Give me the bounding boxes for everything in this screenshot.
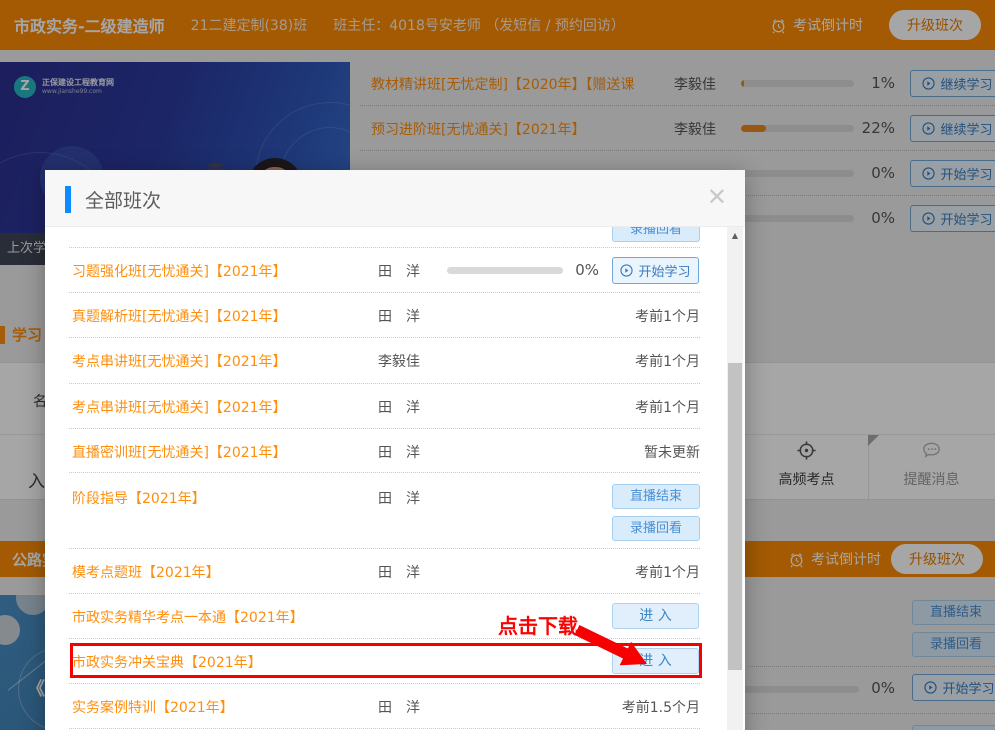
clipped-row: 录播回看 <box>69 227 700 248</box>
class-row: 模考点题班【2021年】 田 洋 考前1个月 <box>69 549 700 594</box>
modal-title: 全部班次 <box>85 186 161 213</box>
modal-header: 全部班次 ✕ <box>45 170 745 227</box>
progress-percent: 0% <box>509 261 599 279</box>
title-accent-bar <box>65 186 71 213</box>
teacher-name: 田 洋 <box>378 488 420 508</box>
status-text: 考前1.5个月 <box>622 697 700 717</box>
class-link[interactable]: 实务案例特训【2021年】 <box>72 697 234 717</box>
scrollbar-thumb[interactable] <box>728 363 742 670</box>
start-study-button[interactable]: 开始学习 <box>612 257 699 284</box>
status-text: 考前1个月 <box>635 351 700 371</box>
app-window: 市政实务-二级建造师 21二建定制(38)班 班主任：4018号安老师 （发短信… <box>0 0 995 730</box>
class-row: 直播密训班[无忧通关]【2021年】 田 洋 暂未更新 <box>69 429 700 473</box>
class-link[interactable]: 模考点题班【2021年】 <box>72 562 220 582</box>
class-row: 阶段指导【2021年】 田 洋 直播结束 录播回看 <box>69 473 700 549</box>
annotation-arrow-icon <box>572 622 662 670</box>
status-text: 考前1个月 <box>635 397 700 417</box>
teacher-name: 田 洋 <box>378 306 420 326</box>
replay-button[interactable]: 录播回看 <box>612 227 700 242</box>
class-link[interactable]: 考点串讲班[无忧通关]【2021年】 <box>72 397 287 417</box>
live-ended-button[interactable]: 直播结束 <box>612 484 700 509</box>
class-link[interactable]: 阶段指导【2021年】 <box>72 488 206 508</box>
class-link[interactable]: 直播密训班[无忧通关]【2021年】 <box>72 442 287 462</box>
class-link[interactable]: 习题强化班[无忧通关]【2021年】 <box>72 261 287 281</box>
teacher-name: 田 洋 <box>378 397 420 417</box>
status-text: 考前1个月 <box>635 562 700 582</box>
class-link[interactable]: 考点串讲班[无忧通关]【2021年】 <box>72 351 287 371</box>
replay-button[interactable]: 录播回看 <box>612 516 700 541</box>
class-row: 真题解析班[无忧通关]【2021年】 田 洋 考前1个月 <box>69 293 700 338</box>
scroll-up-icon[interactable]: ▲ <box>727 227 743 244</box>
status-text: 暂未更新 <box>644 442 700 462</box>
teacher-name: 田 洋 <box>378 261 420 281</box>
class-row: 习题强化班[无忧通关]【2021年】 田 洋 0% 开始学习 <box>69 248 700 293</box>
class-link[interactable]: 真题解析班[无忧通关]【2021年】 <box>72 306 287 326</box>
modal-scrollbar[interactable]: ▲ <box>727 227 743 730</box>
status-text: 考前1个月 <box>635 306 700 326</box>
annotation-label: 点击下载 <box>498 610 578 639</box>
play-circle-icon <box>620 264 633 277</box>
teacher-name: 李毅佳 <box>378 351 420 371</box>
class-row: 考点串讲班[无忧通关]【2021年】 田 洋 考前1个月 <box>69 384 700 429</box>
class-row: 实务案例特训【2021年】 田 洋 考前1.5个月 <box>69 684 700 729</box>
class-link[interactable]: 市政实务精华考点一本通【2021年】 <box>72 607 304 627</box>
teacher-name: 田 洋 <box>378 562 420 582</box>
close-icon[interactable]: ✕ <box>707 183 727 211</box>
class-row: 考点串讲班[无忧通关]【2021年】 李毅佳 考前1个月 <box>69 338 700 384</box>
teacher-name: 田 洋 <box>378 697 420 717</box>
teacher-name: 田 洋 <box>378 442 420 462</box>
